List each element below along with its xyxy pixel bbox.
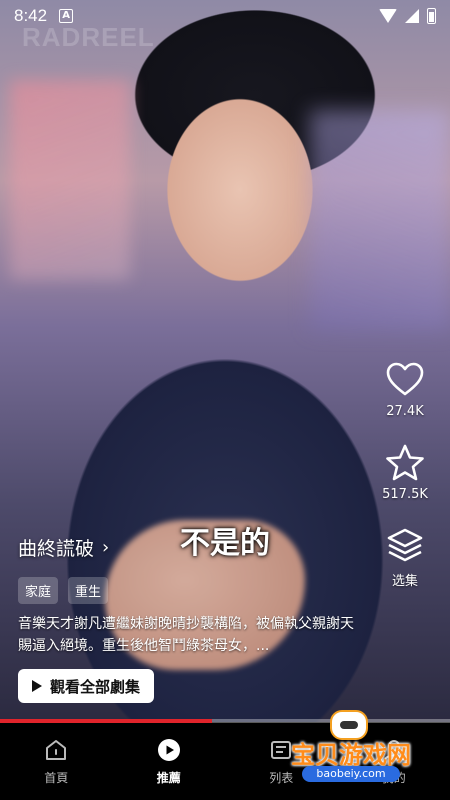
nav-label: 首頁 xyxy=(44,771,69,785)
tag-list: 家庭 重生 xyxy=(18,577,358,604)
like-count: 27.4K xyxy=(386,404,424,419)
favorite-count: 517.5K xyxy=(382,487,428,502)
drama-info: 曲終謊破 › 家庭 重生 音樂天才謝凡遭繼妹謝晚晴抄襲構陷，被偏執父親謝天賜逼入… xyxy=(18,534,358,703)
nav-item-list[interactable]: 列表 xyxy=(225,723,338,800)
drama-title: 曲終謊破 xyxy=(18,538,95,560)
status-icons xyxy=(379,8,436,24)
play-icon xyxy=(32,680,42,692)
drama-description: 音樂天才謝凡遭繼妹謝晚晴抄襲構陷，被偏執父親謝天賜逼入絕境。重生後他智鬥綠茶母女… xyxy=(18,616,354,654)
signal-icon xyxy=(405,9,419,23)
action-rail: 27.4K 517.5K 选集 xyxy=(376,360,434,613)
notification-icon: A xyxy=(59,9,74,23)
status-bar: 8:42 A xyxy=(0,0,450,32)
background-sign xyxy=(10,80,130,280)
wifi-icon xyxy=(379,9,397,23)
bottom-nav: 首頁 推薦 列表 我的 xyxy=(0,723,450,800)
watch-all-button[interactable]: 觀看全部劇集 xyxy=(18,669,155,703)
like-button[interactable]: 27.4K xyxy=(385,360,425,419)
favorite-button[interactable]: 517.5K xyxy=(382,443,428,502)
star-icon xyxy=(386,444,424,481)
nav-item-profile[interactable]: 我的 xyxy=(338,723,450,800)
chevron-right-icon: › xyxy=(102,537,110,558)
tag[interactable]: 重生 xyxy=(68,577,109,604)
profile-icon xyxy=(383,740,404,761)
tag[interactable]: 家庭 xyxy=(18,577,59,604)
play-circle-icon xyxy=(157,739,180,761)
nav-label: 列表 xyxy=(269,771,294,785)
background-sign xyxy=(310,110,450,330)
heart-icon xyxy=(386,362,424,396)
status-time: 8:42 xyxy=(14,6,48,25)
list-icon xyxy=(271,741,292,759)
nav-item-recommend[interactable]: 推薦 xyxy=(113,723,226,800)
nav-label: 我的 xyxy=(381,771,406,785)
watch-all-label: 觀看全部劇集 xyxy=(50,677,141,696)
drama-title-link[interactable]: 曲終謊破 › xyxy=(18,534,358,561)
home-icon xyxy=(46,740,67,760)
nav-item-home[interactable]: 首頁 xyxy=(0,723,113,800)
episodes-label: 选集 xyxy=(391,574,418,589)
nav-label: 推薦 xyxy=(156,771,181,785)
battery-icon xyxy=(427,8,436,24)
